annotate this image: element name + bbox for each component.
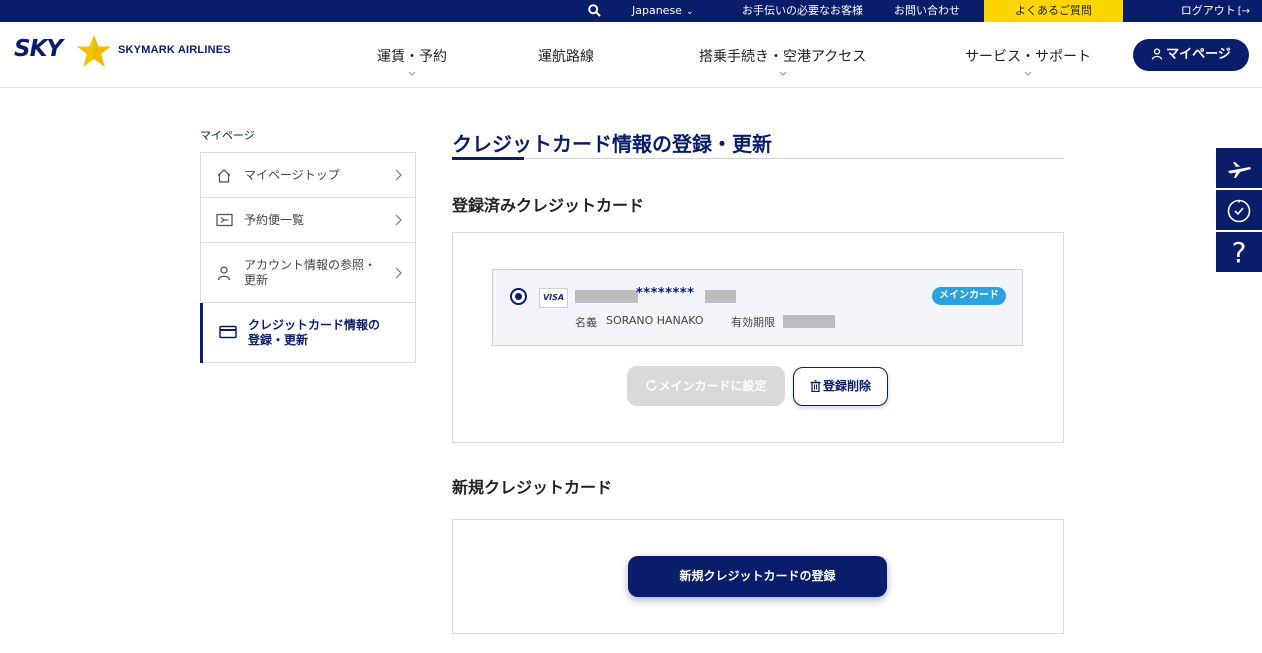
sidebar-item-label-line2: 更新 [244,273,269,287]
contact-link[interactable]: お問い合わせ [894,0,960,22]
card-number: ******** [636,286,695,301]
utility-bar: Japanese ⌄ お手伝いの必要なお客様 お問い合わせ よくあるご質問 ログア… [0,0,1262,22]
chevron-down-icon [1024,71,1032,76]
home-icon [217,169,231,183]
title-accent-bar [452,157,524,160]
flight-status-button[interactable] [1216,148,1262,190]
nav-routes[interactable]: 運航路線 [538,46,594,66]
refresh-icon [646,379,658,391]
mypage-button[interactable]: マイページ [1133,39,1249,71]
credit-card-item[interactable]: VISA ******** メインカード 名義 SORANO HANAKO 有効… [492,269,1023,346]
delete-card-label: 登録削除 [822,379,871,393]
faq-link[interactable]: よくあるご質問 [984,0,1123,22]
user-icon [1151,48,1163,60]
masked-card-suffix [705,290,736,303]
expiry-label: 有効期限 [731,316,775,329]
logout-icon: [→ [1237,6,1250,17]
nav-label: 搭乗手続き・空港アクセス [699,49,867,65]
star-icon [77,35,111,67]
sidebar-item-label: マイページトップ [244,168,340,182]
sidebar-item-account[interactable]: アカウント情報の参照・ 更新 [201,243,415,303]
nav-label: 運航路線 [538,49,594,65]
logo-wordmark: SKY [14,36,63,62]
search-button[interactable] [587,0,603,22]
visa-logo: VISA [539,288,568,308]
site-header: SKY SKYMARK AIRLINES 運賃・予約 運航路線 搭乗手続き・空港… [0,22,1262,88]
set-main-card-label: メインカードに設定 [658,379,767,393]
chevron-down-icon: ⌄ [685,7,694,17]
user-icon [217,266,231,281]
sidebar-item-label-line2: 登録・更新 [248,333,309,347]
sidebar-item-label: アカウント情報の参照・ [244,258,377,272]
register-new-card-button[interactable]: 新規クレジットカードの登録 [628,556,887,597]
page-title: クレジットカード情報の登録・更新 [452,132,772,156]
title-divider [452,158,1064,159]
clock-icon [1227,199,1251,223]
question-icon: ? [1231,236,1247,269]
search-icon [588,4,601,17]
credit-card-icon [219,325,237,339]
card-holder-name: SORANO HANAKO [606,314,704,327]
nav-fares-booking[interactable]: 運賃・予約 [377,46,447,76]
set-main-card-button[interactable]: メインカードに設定 [627,366,785,406]
timetable-button[interactable] [1216,190,1262,232]
card-holder-label: 名義 [575,316,597,329]
sidebar-item-mypage-top[interactable]: マイページトップ [201,153,415,198]
delete-card-button[interactable]: 登録削除 [793,367,888,406]
nav-label: サービス・サポート [965,49,1091,65]
chevron-down-icon [779,71,787,76]
main-card-badge: メインカード [932,287,1006,305]
card-select-radio[interactable] [510,288,527,305]
airplane-icon [1228,162,1251,178]
sidebar-item-credit-card[interactable]: クレジットカード情報の 登録・更新 [200,303,415,363]
nav-service-support[interactable]: サービス・サポート [965,46,1091,76]
language-label: Japanese [632,4,682,17]
logout-link[interactable]: ログアウト [→ [1123,0,1262,22]
registered-cards-heading: 登録済みクレジットカード [452,196,645,215]
language-selector[interactable]: Japanese ⌄ [632,0,694,22]
chevron-down-icon [408,71,416,76]
nav-checkin-access[interactable]: 搭乗手続き・空港アクセス [699,46,867,76]
floating-quick-menu: ? [1216,148,1262,274]
trash-icon [810,380,821,393]
mypage-label: マイページ [1166,47,1231,62]
nav-label: 運賃・予約 [377,49,447,65]
help-question-button[interactable]: ? [1216,232,1262,274]
sidebar-menu: マイページトップ 予約便一覧 アカウント情報の参照・ 更新 クレジットカード情報… [200,152,416,363]
sidebar-item-label: クレジットカード情報の [248,318,381,332]
masked-card-prefix [575,290,638,303]
chevron-right-icon [395,214,402,226]
sidebar-title: マイページ [200,129,255,142]
chevron-right-icon [395,169,402,181]
masked-expiry [783,315,835,328]
ticket-icon [216,213,233,227]
logo-brand-text: SKYMARK AIRLINES [118,44,231,56]
chevron-right-icon [395,267,402,279]
logout-label: ログアウト [1180,4,1236,17]
sidebar-item-label: 予約便一覧 [244,213,305,227]
sidebar-item-reservations[interactable]: 予約便一覧 [201,198,415,243]
new-card-heading: 新規クレジットカード [452,478,613,497]
help-link[interactable]: お手伝いの必要なお客様 [742,0,863,22]
